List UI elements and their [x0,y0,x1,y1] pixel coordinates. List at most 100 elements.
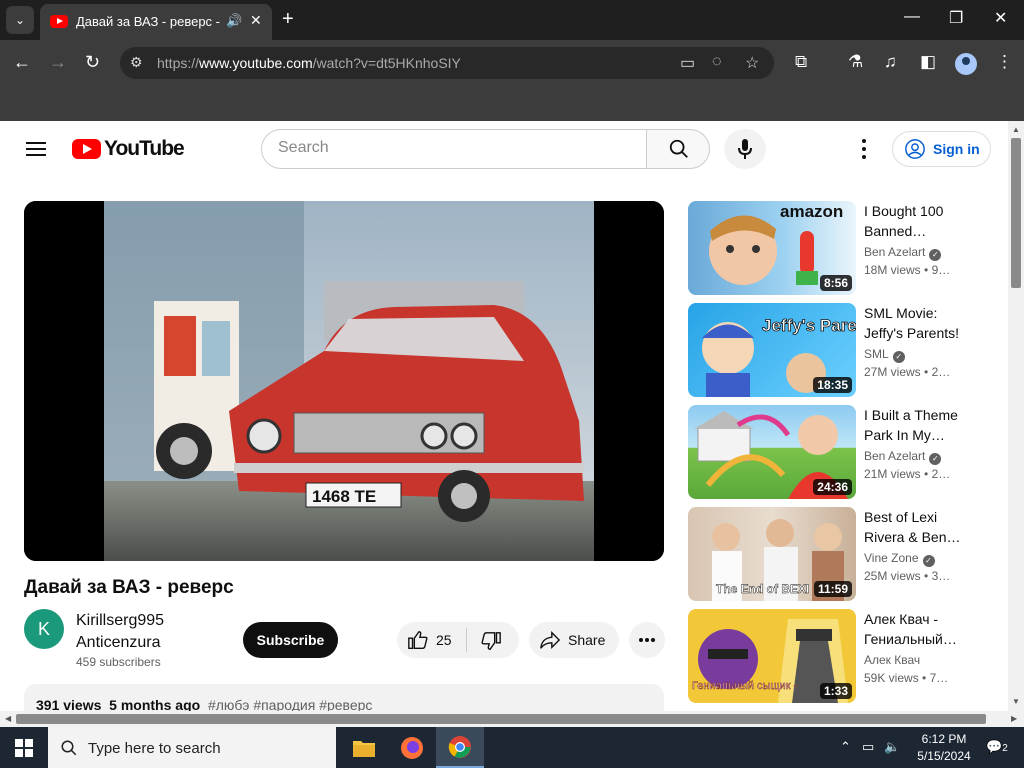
license-plate-text: 1468 ТЕ [312,487,376,506]
search-icon [61,740,77,756]
more-actions-button[interactable] [629,622,665,658]
recommendation-thumbnail[interactable]: amazon 8:56 [688,201,856,295]
cast-icon[interactable]: ▭ [680,53,695,73]
youtube-page: YouTube Sign in [0,121,1008,711]
extensions-icon[interactable]: ⧉ [795,52,807,72]
video-player[interactable]: 1468 ТЕ [24,201,664,561]
description-box[interactable]: 391 views 5 months ago #любэ #пародия #р… [24,684,664,711]
video-title: Давай за ВАЗ - реверс [24,577,234,598]
thumbs-up-icon[interactable] [407,629,429,651]
thumbnail-text: amazon [780,202,843,221]
recommendation-thumbnail[interactable]: The End of BEXI 11:59 [688,507,856,601]
taskbar-search-box[interactable]: Type here to search [48,727,336,768]
recommendation-channel: Алек Квач [864,653,921,667]
browser-tab-active[interactable]: Давай за ВАЗ - реверс - YouTube 🔊 ✕ [40,4,272,40]
scroll-right-arrow-icon[interactable]: ▶ [1011,714,1017,723]
tray-chevron-icon[interactable]: ⌃ [840,739,851,755]
firefox-app[interactable] [388,727,436,768]
thumbs-down-icon[interactable] [480,630,502,652]
recommendation-thumbnail[interactable]: 24:36 [688,405,856,499]
restore-icon[interactable]: ❐ [949,8,963,28]
channel-avatar[interactable]: K [24,609,64,649]
profile-avatar-icon[interactable] [955,53,977,75]
like-count: 25 [436,632,452,648]
side-panel-icon[interactable]: ◧ [920,52,936,72]
reload-icon[interactable]: ↻ [85,52,100,72]
system-clock[interactable]: 6:12 PM 5/15/2024 [904,731,984,765]
vertical-scroll-thumb[interactable] [1011,138,1021,288]
video-duration: 24:36 [813,479,852,495]
back-icon[interactable]: ← [13,52,31,72]
recommendation-title[interactable]: Алек Квач - Гениальный… [864,609,974,649]
labs-flask-icon[interactable]: ⚗ [848,52,863,72]
notifications-icon[interactable]: 💬2 [986,739,1008,755]
video-duration: 1:33 [819,683,852,699]
sign-in-button[interactable]: Sign in [892,131,991,167]
clock-time: 6:12 PM [921,732,967,746]
video-duration: 18:35 [813,377,852,393]
youtube-logo-icon[interactable] [72,139,101,159]
scroll-down-arrow-icon[interactable]: ▼ [1012,697,1020,706]
youtube-logo-text[interactable]: YouTube [104,137,185,161]
guide-menu-icon[interactable] [26,142,46,156]
verified-check-icon: ✓ [929,453,942,465]
youtube-favicon-icon [50,15,68,28]
recommendation-item[interactable]: Jeffy's Parents 18:35 SML Movie: Jeffy's… [688,303,988,397]
settings-menu-icon[interactable] [858,139,870,159]
verified-check-icon: ✓ [922,555,935,567]
forward-icon[interactable]: → [49,52,67,72]
recommendation-title[interactable]: I Bought 100 Banned… [864,201,974,241]
horizontal-scrollbar[interactable]: ◀ ▶ [0,711,1024,727]
url-text[interactable]: https://www.youtube.com/watch?v=dt5HKnho… [157,55,461,71]
recommendation-thumbnail[interactable]: Jeffy's Parents 18:35 [688,303,856,397]
chrome-app[interactable] [436,727,484,768]
verified-check-icon: ✓ [892,351,905,363]
recommendation-channel: Ben Azelart ✓ [864,245,942,261]
tab-search-button[interactable]: ⌄ [6,6,34,34]
scroll-up-arrow-icon[interactable]: ▲ [1012,125,1020,134]
channel-name[interactable]: Kirillserg995 Anticenzura [76,610,226,654]
video-duration: 8:56 [819,275,852,291]
hashtags[interactable]: #любэ #пародия #реверс [208,697,372,711]
search-input[interactable] [278,139,618,157]
scroll-left-arrow-icon[interactable]: ◀ [5,714,11,723]
media-controls-icon[interactable]: ♫ [884,52,897,72]
recommendation-thumbnail[interactable]: Гениальный сыщик - 1:33 [688,609,856,703]
eye-off-icon[interactable]: ◌ [712,53,722,71]
subscribe-button[interactable]: Subscribe [243,622,338,658]
site-info-icon[interactable]: ⚙ [130,54,143,71]
recommendation-item[interactable]: Гениальный сыщик - 1:33 Алек Квач - Гени… [688,609,988,703]
share-button[interactable]: Share [529,622,619,658]
like-divider [466,628,467,652]
volume-muted-icon[interactable]: 🔈 [884,739,900,755]
close-window-icon[interactable]: ✕ [994,8,1007,28]
close-tab-icon[interactable]: ✕ [250,12,262,29]
network-icon[interactable]: ▭ [862,739,874,755]
bookmark-bar [0,86,1024,121]
file-explorer-app[interactable] [340,727,388,768]
search-box [261,129,647,169]
account-circle-icon [905,139,925,159]
recommendation-title[interactable]: SML Movie: Jeffy's Parents! [864,303,974,343]
thumbnail-text: Гениальный сыщик - [692,680,797,692]
start-button[interactable] [0,727,48,768]
recommendation-meta: 25M views • 3… [864,569,951,583]
address-bar[interactable]: ⚙ https://www.youtube.com/watch?v=dt5HKn… [120,47,774,79]
recommendation-item[interactable]: The End of BEXI 11:59 Best of Lexi River… [688,507,988,601]
new-tab-button[interactable]: + [282,8,294,30]
browser-toolbar: ← → ↻ ⚙ https://www.youtube.com/watch?v=… [0,40,1024,86]
recommendation-title[interactable]: Best of Lexi Rivera & Ben… [864,507,974,547]
recommendation-item[interactable]: 24:36 I Built a Theme Park In My… Ben Az… [688,405,988,499]
search-button[interactable] [646,129,710,169]
firefox-icon [401,737,423,759]
bookmark-star-icon[interactable]: ☆ [745,53,759,73]
voice-search-button[interactable] [724,129,766,169]
vertical-scrollbar[interactable]: ▲ ▼ [1008,121,1024,711]
recommendation-meta: 27M views • 2… [864,365,951,379]
speaker-icon[interactable]: 🔊 [226,13,242,29]
chrome-menu-icon[interactable]: ⋮ [996,52,1013,72]
recommendation-item[interactable]: amazon 8:56 I Bought 100 Banned… Ben Aze… [688,201,988,295]
horizontal-scroll-thumb[interactable] [16,714,986,724]
minimize-icon[interactable]: — [904,8,920,26]
recommendation-title[interactable]: I Built a Theme Park In My… [864,405,974,445]
